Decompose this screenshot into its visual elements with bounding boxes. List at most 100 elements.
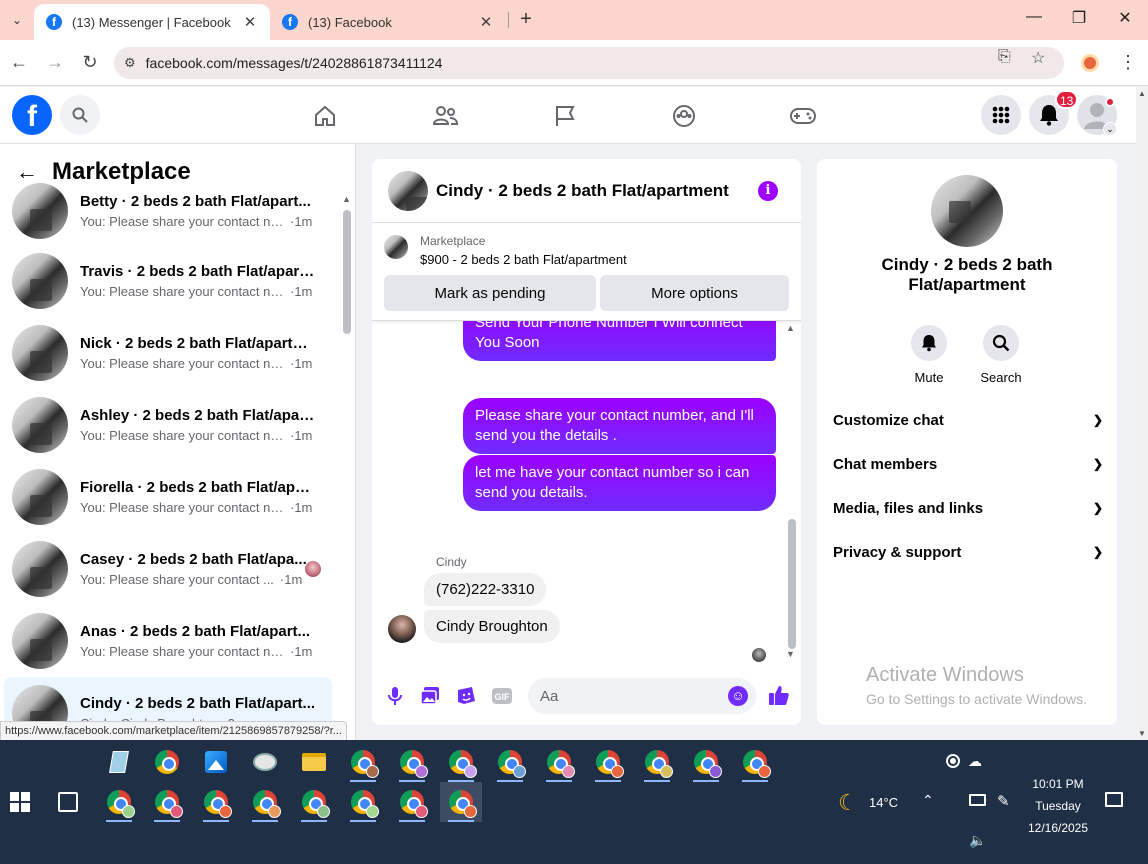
- system-clock[interactable]: 10:01 PM Tuesday 12/16/2025: [1010, 773, 1106, 839]
- chat-members-section[interactable]: Chat members ❯: [833, 452, 1103, 476]
- temperature[interactable]: 14°C: [869, 795, 898, 810]
- task-view-icon[interactable]: [58, 792, 78, 812]
- close-tab-icon[interactable]: ✕: [478, 13, 494, 31]
- conversation-item[interactable]: Betty · 2 beds 2 bath Flat/apart... You:…: [4, 176, 332, 246]
- gaming-icon[interactable]: [789, 102, 817, 130]
- listing-price-title[interactable]: $900 - 2 beds 2 bath Flat/apartment: [420, 252, 627, 267]
- chat-title[interactable]: Cindy · 2 beds 2 bath Flat/apartment: [436, 181, 729, 201]
- chrome-app-icon[interactable]: [146, 742, 188, 782]
- chrome-profile-app-icon[interactable]: [244, 782, 286, 822]
- back-arrow-icon[interactable]: ←: [8, 52, 30, 73]
- browser-tab-facebook[interactable]: f (13) Facebook ✕: [270, 4, 506, 40]
- mark-as-pending-button[interactable]: Mark as pending: [384, 275, 596, 311]
- volume-speaker-icon[interactable]: 🔈: [969, 832, 986, 849]
- chrome-profile-app-icon[interactable]: [391, 782, 433, 822]
- chrome-profile-app-icon[interactable]: [98, 782, 140, 822]
- notifications-speech-icon[interactable]: [1105, 792, 1123, 807]
- display-tray-icon[interactable]: [969, 794, 986, 806]
- restore-window-icon[interactable]: ❐: [1069, 8, 1089, 28]
- chrome-profile-app-icon[interactable]: [440, 742, 482, 782]
- emoji-icon[interactable]: ☺: [728, 686, 748, 706]
- conversation-item[interactable]: Nick · 2 beds 2 bath Flat/apartm... You:…: [4, 318, 332, 388]
- close-tab-icon[interactable]: ✕: [242, 13, 258, 31]
- sticker-icon[interactable]: [455, 685, 477, 707]
- page-scrollbar[interactable]: ▲ ▼: [1136, 87, 1148, 740]
- groups-icon[interactable]: [670, 102, 698, 130]
- chrome-profile-app-icon[interactable]: [734, 742, 776, 782]
- chrome-profile-app-icon[interactable]: [195, 782, 237, 822]
- forward-arrow-icon[interactable]: →: [44, 52, 66, 73]
- info-icon[interactable]: i: [758, 181, 778, 201]
- more-options-button[interactable]: More options: [600, 275, 789, 311]
- privacy-support-section[interactable]: Privacy & support ❯: [833, 540, 1103, 564]
- gallery-icon[interactable]: [419, 685, 441, 707]
- bookmark-star-icon[interactable]: ☆: [1031, 48, 1045, 68]
- new-tab-button[interactable]: +: [516, 8, 536, 31]
- listing-thumbnail[interactable]: [384, 235, 408, 259]
- notepad-app-icon[interactable]: [98, 742, 140, 782]
- thumbs-up-icon[interactable]: [768, 684, 790, 706]
- browser-tab-messenger[interactable]: f (13) Messenger | Facebook ✕: [34, 4, 270, 40]
- address-bar[interactable]: ⚙ facebook.com/messages/t/24028861873411…: [114, 47, 1064, 79]
- conversation-item[interactable]: Casey · 2 beds 2 bath Flat/apa... You: P…: [4, 534, 332, 604]
- tab-search-chevron-icon[interactable]: ⌄: [6, 9, 28, 31]
- chat-panel: Cindy · 2 beds 2 bath Flat/apartment i S…: [372, 159, 801, 725]
- scroll-down-arrow-icon[interactable]: ▼: [1138, 729, 1146, 738]
- close-window-icon[interactable]: ✕: [1115, 8, 1135, 28]
- windows-start-icon[interactable]: [10, 792, 30, 812]
- browser-profile-avatar[interactable]: [1081, 54, 1099, 72]
- photos-app-icon[interactable]: [195, 742, 237, 782]
- chrome-profile-app-icon[interactable]: [146, 782, 188, 822]
- site-settings-icon[interactable]: ⚙: [124, 55, 136, 71]
- chat-avatar[interactable]: [388, 170, 428, 211]
- scroll-up-arrow-icon[interactable]: ▲: [342, 194, 351, 204]
- conversation-item[interactable]: Fiorella · 2 beds 2 bath Flat/apar... Yo…: [4, 462, 332, 532]
- sidebar-scrollbar[interactable]: [343, 210, 351, 334]
- media-files-links-section[interactable]: Media, files and links ❯: [833, 496, 1103, 520]
- customize-chat-section[interactable]: Customize chat ❯: [833, 408, 1103, 432]
- gif-icon[interactable]: GIF: [491, 685, 513, 707]
- browser-menu-icon[interactable]: ⋮: [1119, 52, 1137, 73]
- search-in-conversation-button[interactable]: Search: [971, 325, 1031, 385]
- chrome-profile-app-icon[interactable]: [342, 742, 384, 782]
- chrome-profile-app-icon[interactable]: [636, 742, 678, 782]
- reload-icon[interactable]: ↻: [79, 52, 101, 73]
- chrome-profile-app-icon[interactable]: [342, 782, 384, 822]
- paint-app-icon[interactable]: [244, 742, 286, 782]
- facebook-logo-icon[interactable]: f: [12, 95, 52, 135]
- browser-toolbar: ← → ↻ ⚙ facebook.com/messages/t/24028861…: [0, 40, 1148, 86]
- chrome-profile-app-icon[interactable]: [538, 742, 580, 782]
- chrome-profile-app-icon[interactable]: [587, 742, 629, 782]
- search-icon[interactable]: [60, 95, 100, 135]
- minimize-window-icon[interactable]: —: [1024, 8, 1044, 26]
- sender-avatar[interactable]: [388, 615, 416, 643]
- weather-moon-icon[interactable]: ☾: [838, 790, 858, 816]
- chat-scrollbar[interactable]: [788, 519, 796, 649]
- chrome-profile-app-icon[interactable]: [685, 742, 727, 782]
- chrome-profile-app-icon-active[interactable]: [440, 782, 482, 822]
- conversation-item[interactable]: Ashley · 2 beds 2 bath Flat/apart... You…: [4, 390, 332, 460]
- menu-grid-icon[interactable]: [981, 95, 1021, 135]
- conversation-item[interactable]: Travis · 2 beds 2 bath Flat/apart... You…: [4, 246, 332, 316]
- friends-icon[interactable]: [431, 102, 459, 130]
- microphone-icon[interactable]: [384, 685, 406, 707]
- record-tray-icon[interactable]: [946, 754, 960, 768]
- pages-flag-icon[interactable]: [551, 102, 579, 130]
- chrome-profile-app-icon[interactable]: [489, 742, 531, 782]
- pen-tray-icon[interactable]: ✎: [997, 792, 1010, 810]
- conversation-item[interactable]: Anas · 2 beds 2 bath Flat/apart... You: …: [4, 606, 332, 676]
- scroll-up-arrow-icon[interactable]: ▲: [786, 323, 795, 333]
- account-chevron-down-icon[interactable]: ⌄: [1103, 122, 1117, 136]
- scroll-up-arrow-icon[interactable]: ▲: [1138, 89, 1146, 98]
- install-app-icon[interactable]: ⎘: [998, 48, 1011, 66]
- message-input[interactable]: [528, 678, 756, 714]
- home-icon[interactable]: [311, 102, 339, 130]
- chrome-profile-app-icon[interactable]: [293, 782, 335, 822]
- file-explorer-icon[interactable]: [293, 742, 335, 782]
- contact-avatar[interactable]: [931, 175, 1003, 247]
- mute-button[interactable]: Mute: [899, 325, 959, 385]
- cloud-sync-tray-icon[interactable]: ☁: [968, 753, 982, 770]
- scroll-down-arrow-icon[interactable]: ▼: [786, 649, 795, 659]
- show-hidden-icons-chevron-up-icon[interactable]: ⌃: [922, 792, 934, 809]
- chrome-profile-app-icon[interactable]: [391, 742, 433, 782]
